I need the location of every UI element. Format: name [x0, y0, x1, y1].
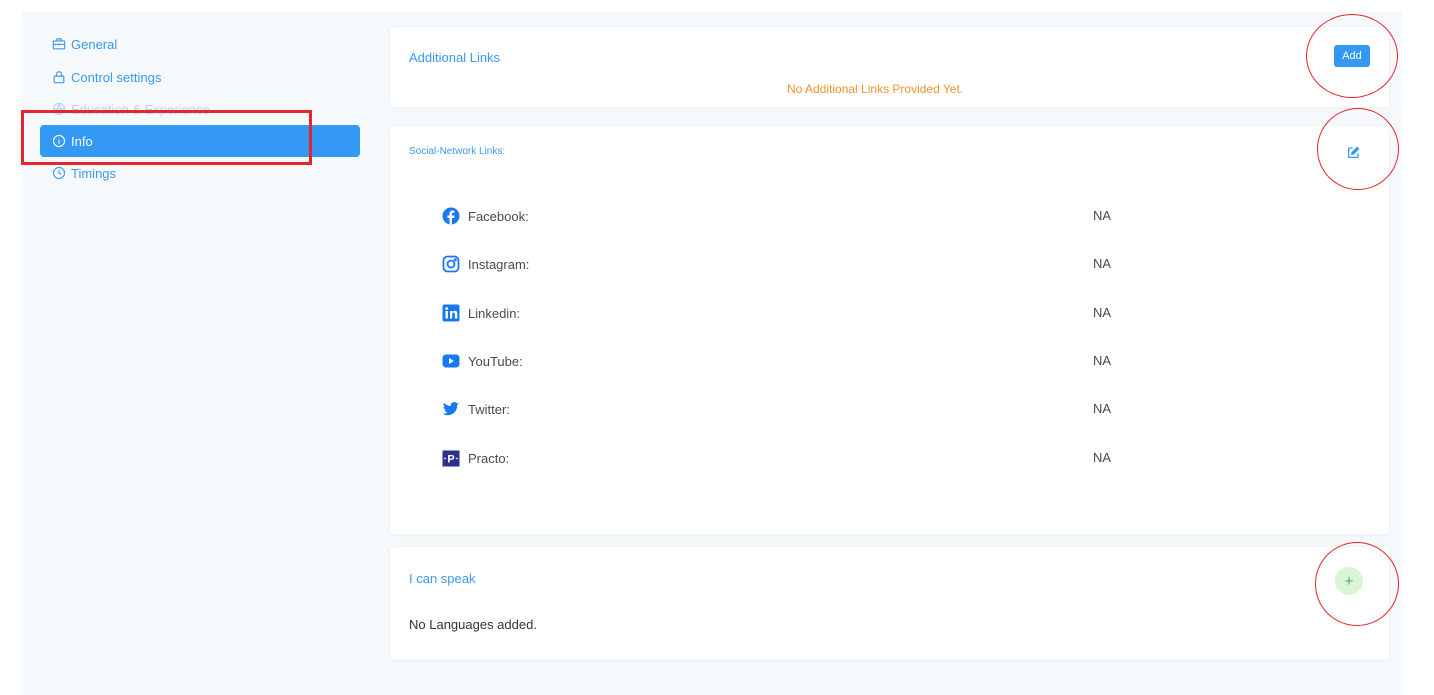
social-links-title: Social-Network Links:	[409, 146, 506, 157]
highlight-circle	[1317, 108, 1399, 190]
highlight-circle	[1315, 542, 1399, 626]
social-label: Practo:	[468, 450, 510, 466]
social-value: NA	[1093, 353, 1112, 368]
social-row-youtube: YouTube:	[442, 350, 523, 372]
additional-links-card: Additional Links Add No Additional Links…	[390, 27, 1389, 107]
social-label: Linkedin:	[468, 305, 521, 321]
social-label: Facebook:	[468, 208, 529, 224]
instagram-icon	[442, 255, 460, 273]
practo-icon: P	[442, 449, 460, 467]
clock-icon	[52, 166, 66, 180]
linkedin-icon	[442, 304, 460, 322]
sidebar-item-label: Timings	[71, 165, 117, 181]
social-row-instagram: Instagram:	[442, 253, 529, 275]
social-label: YouTube:	[468, 353, 523, 369]
highlight-box	[21, 110, 312, 165]
social-value: NA	[1093, 305, 1112, 320]
additional-links-title: Additional Links	[409, 50, 501, 65]
languages-card: I can speak + No Languages added.	[390, 547, 1389, 660]
social-value: NA	[1093, 401, 1112, 416]
svg-text:P: P	[447, 454, 454, 466]
social-value: NA	[1093, 450, 1112, 465]
no-languages-message: No Languages added.	[409, 617, 537, 632]
lock-icon	[52, 70, 66, 84]
sidebar-item-general[interactable]: General	[40, 28, 360, 60]
social-links-card: Social-Network Links: Facebook: NA Insta…	[390, 126, 1389, 534]
social-row-linkedin: Linkedin:	[442, 302, 520, 324]
social-value: NA	[1093, 256, 1112, 271]
no-links-message: No Additional Links Provided Yet.	[787, 82, 964, 96]
sidebar-item-control-settings[interactable]: Control settings	[40, 61, 360, 93]
youtube-icon	[442, 352, 460, 370]
social-label: Instagram:	[468, 256, 530, 272]
social-value: NA	[1093, 208, 1112, 223]
facebook-icon	[442, 207, 460, 225]
sidebar-item-label: General	[71, 36, 118, 52]
briefcase-icon	[52, 37, 66, 51]
social-row-twitter: Twitter:	[442, 398, 510, 420]
twitter-icon	[442, 400, 460, 418]
social-row-practo: P Practo:	[442, 447, 509, 469]
social-row-facebook: Facebook:	[442, 205, 529, 227]
social-label: Twitter:	[468, 401, 510, 417]
highlight-circle	[1306, 14, 1398, 98]
languages-title: I can speak	[409, 571, 476, 586]
sidebar-item-label: Control settings	[71, 69, 162, 85]
